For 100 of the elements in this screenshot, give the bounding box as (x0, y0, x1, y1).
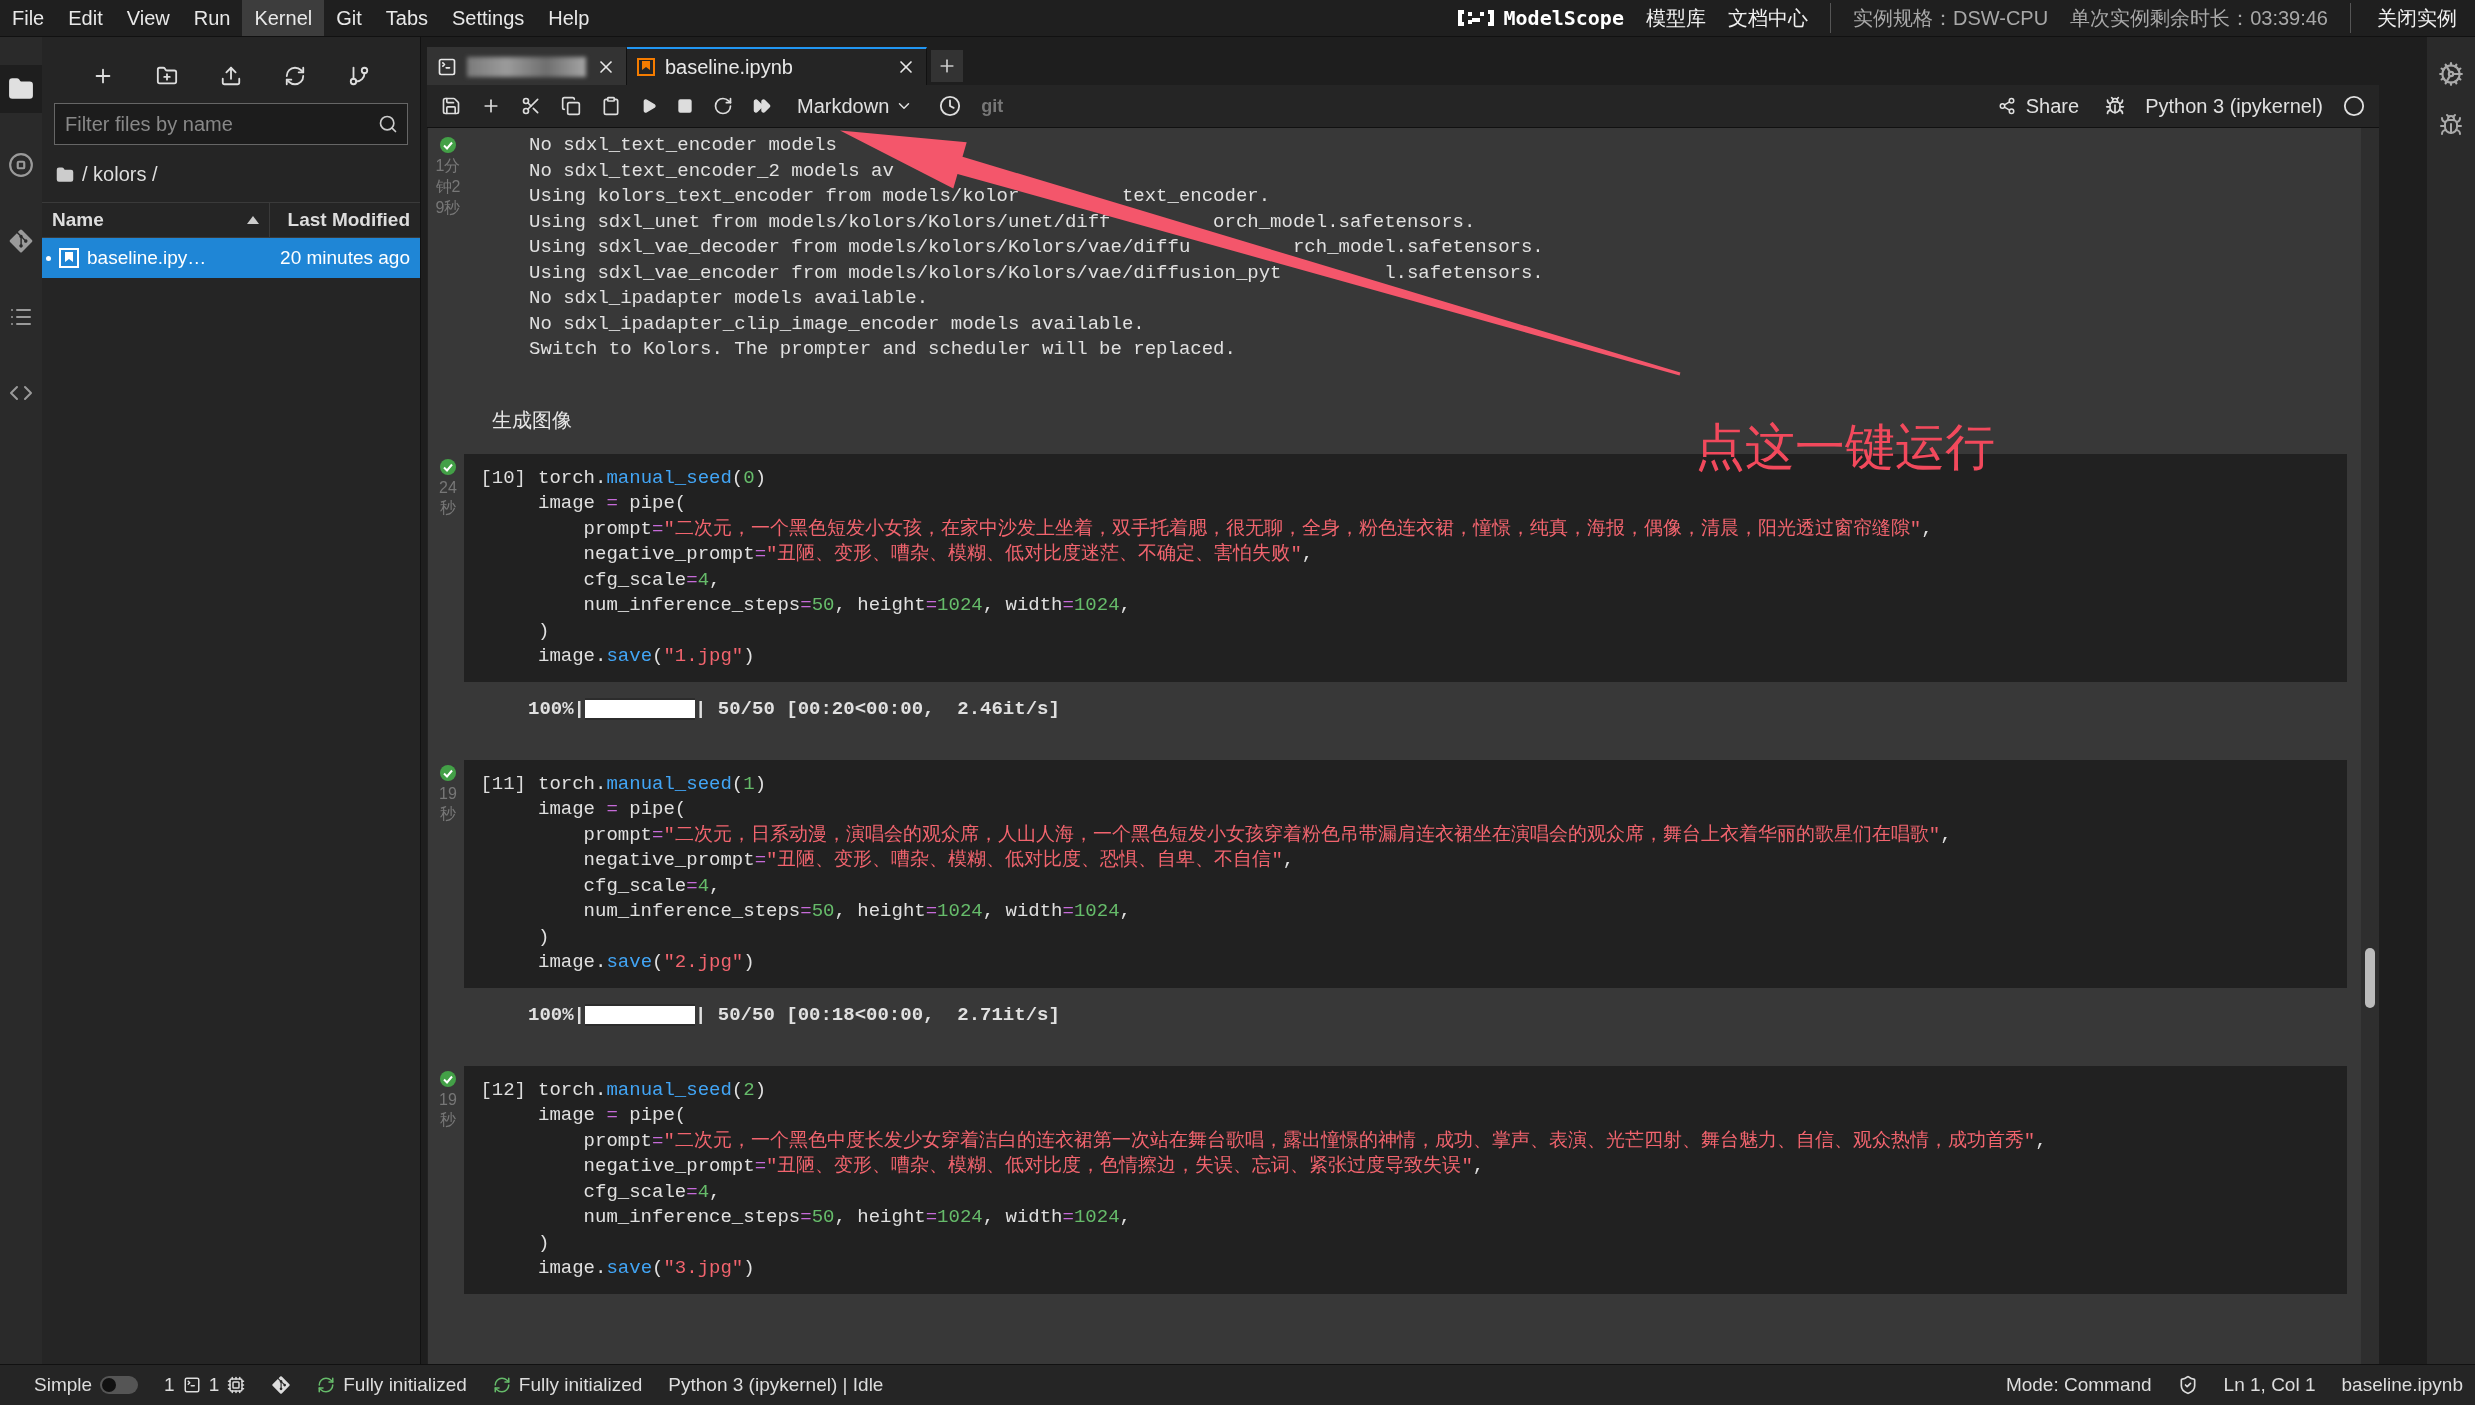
output-line: Using sdxl_vae_decoder from models/kolors/Kolors/vae/diffu rch_model.safetensors. (529, 235, 1544, 260)
code-line: torch.manual_seed(1) (538, 771, 768, 797)
cell-type-dropdown[interactable]: Markdown (791, 93, 920, 119)
cut-button[interactable] (521, 96, 541, 116)
code-line: cfg_scale=4, (582, 873, 722, 899)
code-line: image = pipe( (538, 797, 688, 822)
kernel-status[interactable]: Python 3 (ipykernel) | Idle (668, 1374, 884, 1396)
code-line: negative_prompt="丑陋、变形、嘈杂、模糊、低对比度，色情擦边，失误、忘词、紧张过度导致失误", (582, 1154, 1486, 1179)
code-line: prompt="二次元，一个黑色中度长发少女穿着洁白的连衣裙第一次站在舞台歌唱，露出憧憬的神情，成功、掌声、表演、光芒四射、舞台魅力、自信、观众热情，成功首秀", (582, 1128, 2047, 1154)
file-name: baseline.ipynb (2341, 1374, 2463, 1396)
bug-icon[interactable] (2439, 113, 2463, 137)
progress-percent: 100%| (528, 697, 585, 720)
upload-icon[interactable] (220, 65, 242, 87)
success-icon (439, 763, 457, 782)
document-tab[interactable] (427, 47, 627, 85)
progress-stats: | 50/50 [00:20<00:00, 2.46it/s] (695, 697, 1060, 720)
file-row[interactable]: baseline.ipy… 20 minutes ago (42, 238, 420, 278)
close-instance-button[interactable]: 关闭实例 (2373, 4, 2461, 32)
sync-icon (317, 1376, 336, 1394)
code-line: ) (538, 924, 551, 950)
menu-item[interactable]: View (114, 0, 182, 36)
copy-button[interactable] (561, 96, 581, 116)
code-line: torch.manual_seed(0) (538, 465, 768, 491)
menu-item[interactable]: Run (181, 0, 243, 36)
code-line: image.save("1.jpg") (538, 644, 756, 669)
code-line: negative_prompt="丑陋、变形、嘈杂、模糊、低对比度迷茫、不确定、害怕失败", (582, 542, 1315, 567)
share-button[interactable]: Share (1991, 93, 2086, 119)
refresh-icon[interactable] (284, 65, 306, 87)
annotation-text: 点这一键运行 (1695, 418, 1995, 477)
menu-item[interactable]: Tabs (373, 0, 441, 36)
share-icon (1997, 97, 2016, 115)
markdown-heading: 生成图像 (491, 407, 572, 433)
terminal-icon (437, 57, 457, 77)
menu-item[interactable]: Settings (440, 0, 537, 36)
git-clone-icon[interactable] (348, 65, 370, 87)
filter-field[interactable]: Filter files by name (54, 103, 408, 145)
stop-button[interactable] (677, 98, 693, 114)
simple-mode-toggle[interactable] (100, 1376, 139, 1394)
code-line: prompt="二次元，日系动漫，演唱会的观众席，人山人海，一个黑色短发小女孩穿着粉色吊带漏肩连衣裙坐在演唱会的观众席，舞台上衣着华丽的歌星们在唱歌", (582, 822, 1952, 848)
menu-item[interactable]: Git (324, 0, 374, 36)
logo-text: ModelScope (1503, 6, 1624, 30)
cursor-position[interactable]: Ln 1, Col 1 (2223, 1374, 2316, 1396)
document-tab[interactable]: baseline.ipynb (627, 47, 927, 85)
run-all-button[interactable] (753, 97, 771, 115)
code-line: negative_prompt="丑陋、变形、嘈杂、模糊、低对比度、恐惧、自卑、不自信", (582, 848, 1296, 873)
progress-stats: | 50/50 [00:18<00:00, 2.71it/s] (695, 1003, 1060, 1026)
menu-item[interactable]: Edit (56, 0, 115, 36)
menu-item[interactable]: File (0, 0, 57, 36)
restart-button[interactable] (713, 96, 733, 116)
code-line: num_inference_steps=50, height=1024, width=1024, (582, 1205, 1132, 1230)
code-line: image = pipe( (538, 1103, 688, 1128)
save-button[interactable] (441, 96, 461, 116)
instance-spec: 实例规格：DSW-CPU (1852, 5, 2049, 31)
code-line: image.save("2.jpg") (538, 950, 756, 975)
output-line: No sdxl_text_encoder models (529, 133, 838, 158)
kernel-name[interactable]: Python 3 (ipykernel) (2145, 94, 2323, 118)
terminal-icon (182, 1376, 201, 1394)
paste-button[interactable] (601, 96, 621, 116)
folder-icon[interactable] (56, 165, 74, 184)
simple-mode-label: Simple (34, 1374, 93, 1396)
terminal-count: 1 (164, 1374, 175, 1396)
column-header[interactable]: Name (52, 209, 104, 231)
git-icon[interactable] (271, 1375, 292, 1395)
kernel-count: 1 (208, 1374, 220, 1396)
execution-count: [12] (479, 1077, 527, 1103)
code-line: prompt="二次元，一个黑色短发小女孩，在家中沙发上坐着，双手托着腮，很无聊，全身，粉色连衣裙，憧憬，纯真，海报，偶像，清晨，阳光透过窗帘缝隙", (582, 516, 1933, 542)
sync-icon (492, 1376, 511, 1394)
sidebar-tab[interactable] (0, 65, 42, 113)
debugger-button[interactable] (2105, 96, 2126, 116)
code-line: num_inference_steps=50, height=1024, width=1024, (582, 899, 1132, 924)
code-line: ) (538, 1230, 551, 1256)
git-icon[interactable] (8, 228, 34, 254)
settings-icon[interactable] (2438, 61, 2464, 87)
new-folder-icon[interactable] (156, 65, 178, 87)
folder-icon[interactable] (8, 76, 34, 102)
code-line: cfg_scale=4, (582, 567, 722, 593)
remaining-time: 单次实例剩余时长：03:39:46 (2070, 5, 2328, 31)
stop-circle-icon[interactable] (8, 152, 34, 178)
chip-icon (227, 1376, 246, 1394)
breadcrumb[interactable]: / kolors / (82, 163, 158, 186)
output-line: Using sdxl_vae_encoder from models/kolors/Kolors/vae/diffusion_pyt l.safetensors. (529, 260, 1544, 286)
menu-item[interactable]: Help (536, 0, 602, 36)
menu-item[interactable]: Kernel (242, 0, 325, 36)
code-line: image = pipe( (538, 491, 688, 516)
output-line: Switch to Kolors. The prompter and scheduler will be replaced. (529, 337, 1237, 362)
output-line: No sdxl_ipadapter_clip_image_encoder models available. (529, 311, 1146, 337)
header-link[interactable]: 文档中心 (1727, 4, 1808, 32)
extension-status: Fully initialized (518, 1374, 643, 1396)
column-header[interactable]: Last Modified (287, 209, 410, 231)
run-button[interactable] (641, 98, 657, 114)
progress-percent: 100%| (528, 1003, 585, 1026)
success-icon (439, 1069, 457, 1088)
header-link[interactable]: 模型库 (1645, 4, 1706, 32)
new-tab-button[interactable] (931, 50, 963, 82)
mode-status: Mode: Command (2005, 1374, 2152, 1396)
search-icon (378, 114, 398, 134)
notebook-icon (59, 248, 79, 268)
execution-time: 19秒 (438, 1089, 458, 1131)
scrollbar[interactable] (2361, 128, 2379, 1364)
clock-button[interactable] (939, 95, 962, 117)
